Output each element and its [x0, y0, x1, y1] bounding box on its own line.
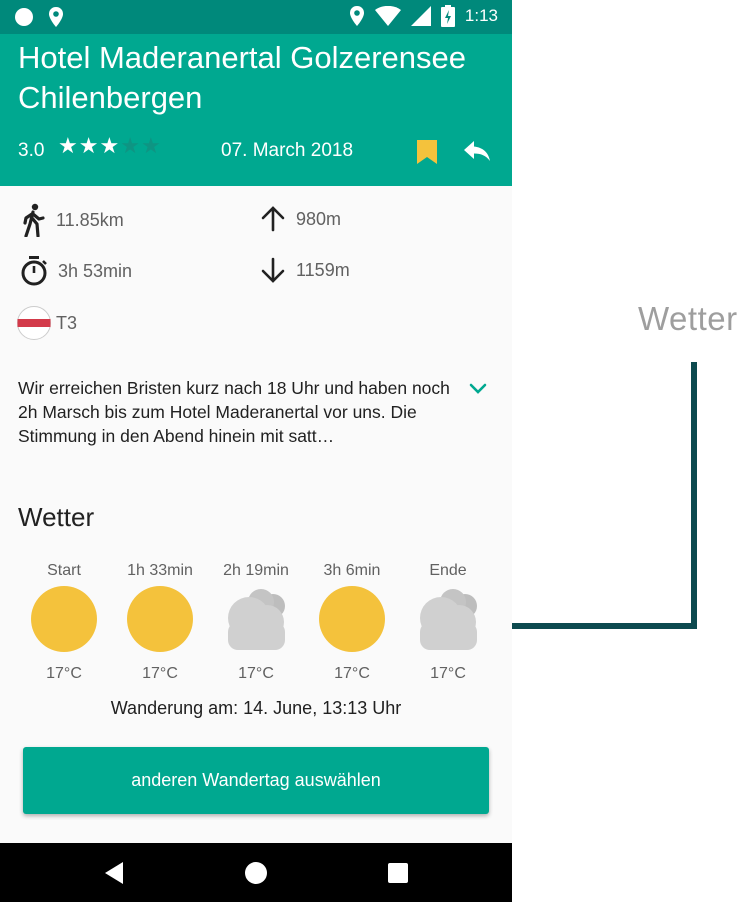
difficulty-stat: T3 — [16, 305, 77, 341]
arrow-down-icon — [261, 257, 285, 283]
star-icon: ★ — [78, 133, 99, 158]
descent-stat: 1159m — [260, 257, 350, 283]
hiker-icon — [23, 203, 45, 237]
star-icon: ★ — [140, 133, 161, 158]
difficulty-flag-icon — [17, 306, 51, 340]
signal-icon — [410, 6, 431, 26]
back-button[interactable] — [84, 843, 144, 902]
descent-value: 1159m — [296, 259, 350, 280]
forecast-icon-wrap — [221, 584, 291, 654]
forecast-time: Start — [47, 562, 81, 579]
forecast-temperature: 17°C — [430, 665, 466, 682]
header: Hotel Maderanertal Golzerensee Chilenber… — [0, 34, 512, 186]
cloud-icon — [420, 589, 477, 650]
description-text: Wir erreichen Bristen kurz nach 18 Uhr u… — [18, 378, 450, 446]
forecast-icon-wrap — [413, 584, 483, 654]
ascent-value: 980m — [296, 208, 342, 229]
status-bar: 1:13 — [0, 0, 512, 34]
arrow-up-icon — [261, 206, 285, 232]
bookmark-icon[interactable] — [416, 139, 438, 165]
page-title: Hotel Maderanertal Golzerensee Chilenber… — [18, 40, 467, 115]
annotation-connector — [512, 362, 697, 629]
forecast-temperature: 17°C — [334, 665, 370, 682]
forecast-item: Start 17°C — [16, 562, 112, 683]
hike-date-label: Wanderung am: 14. June, 13:13 Uhr — [110, 698, 402, 718]
forecast-time: 1h 33min — [127, 562, 193, 579]
weather-heading: Wetter — [18, 502, 95, 532]
forecast-icon-wrap — [125, 584, 195, 654]
star-icon: ★ — [99, 133, 120, 158]
cloud-icon — [228, 589, 285, 650]
forecast-temperature: 17°C — [142, 665, 178, 682]
forecast-item: Ende 17°C — [400, 562, 496, 683]
star-icon: ★ — [120, 133, 140, 158]
navigation-bar — [0, 843, 512, 902]
recents-square-icon — [388, 862, 408, 883]
forecast-time: 3h 6min — [323, 562, 381, 579]
forecast-time: 2h 19min — [223, 562, 289, 579]
battery-icon — [440, 5, 455, 27]
forecast-time: Ende — [429, 562, 467, 579]
distance-stat: 11.85km — [22, 203, 124, 237]
weather-forecast: Start 17°C 1h 33min 17°C 2h 19min 17°C 3h 6min… — [16, 562, 496, 683]
star-icon: ★ — [58, 133, 78, 158]
forecast-temperature: 17°C — [46, 665, 82, 682]
sun-icon — [319, 586, 385, 652]
phone-screen: 1:13 Hotel Maderanertal Golzerensee Chil… — [0, 0, 512, 902]
forecast-item: 3h 6min 17°C — [304, 562, 400, 683]
home-circle-icon — [245, 861, 267, 884]
forecast-item: 2h 19min 17°C — [208, 562, 304, 683]
hike-date-header: 07. March 2018 — [221, 140, 354, 161]
location-icon — [49, 7, 63, 27]
chevron-down-icon[interactable] — [468, 382, 488, 396]
rating-value: 3.0 — [18, 140, 45, 161]
forecast-item: 1h 33min 17°C — [112, 562, 208, 683]
difficulty-value: T3 — [56, 312, 78, 333]
duration-stat: 3h 53min — [20, 255, 132, 287]
sun-icon — [31, 586, 97, 652]
forecast-icon-wrap — [317, 584, 387, 654]
sun-icon — [127, 586, 193, 652]
back-triangle-icon — [105, 861, 123, 884]
forecast-temperature: 17°C — [238, 665, 274, 682]
rating-stars: ★ ★ ★ ★ ★ — [58, 135, 161, 157]
home-button[interactable] — [226, 843, 286, 902]
duration-value: 3h 53min — [58, 260, 133, 281]
choose-hiking-day-button[interactable]: anderen Wandertag auswählen — [23, 747, 489, 814]
reply-icon[interactable] — [463, 140, 491, 162]
location-icon — [349, 6, 364, 26]
annotation-label: Wetter — [638, 300, 738, 337]
recents-button[interactable] — [368, 843, 428, 902]
status-time: 1:13 — [464, 6, 498, 25]
circle-icon — [15, 8, 33, 26]
distance-value: 11.85km — [56, 209, 124, 230]
stopwatch-icon — [21, 256, 47, 286]
ascent-stat: 980m — [260, 206, 341, 232]
wifi-icon — [374, 6, 401, 26]
forecast-icon-wrap — [29, 584, 99, 654]
